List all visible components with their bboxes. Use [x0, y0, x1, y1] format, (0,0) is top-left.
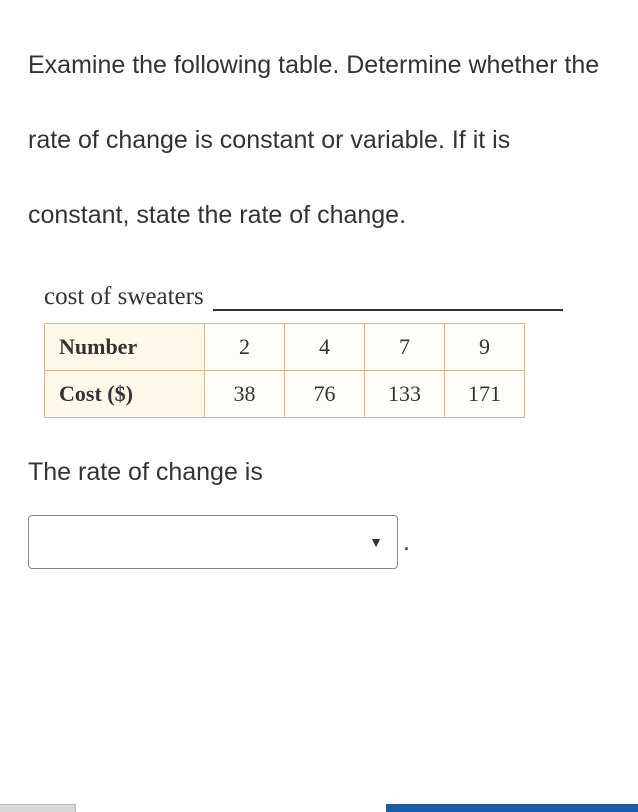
bottom-right-button[interactable] — [386, 804, 638, 812]
row-label-cost: Cost ($) — [45, 371, 205, 418]
table-title-row: cost of sweaters — [36, 283, 610, 311]
cell-number-2: 7 — [365, 324, 445, 371]
question-text: Examine the following table. Determine w… — [28, 28, 610, 253]
row-label-number: Number — [45, 324, 205, 371]
bottom-spacer — [76, 804, 386, 812]
table-title-line — [213, 309, 563, 311]
answer-prompt: The rate of change is — [28, 458, 610, 487]
cell-cost-3: 171 — [445, 371, 525, 418]
table-title: cost of sweaters — [44, 283, 204, 310]
cell-number-0: 2 — [205, 324, 285, 371]
select-wrapper: ▼ . — [28, 515, 410, 569]
cell-cost-0: 38 — [205, 371, 285, 418]
cell-number-1: 4 — [285, 324, 365, 371]
chevron-down-icon: ▼ — [369, 534, 383, 550]
period-text: . — [403, 528, 410, 557]
bottom-bar — [0, 804, 638, 812]
bottom-left-button[interactable] — [0, 804, 76, 812]
cell-number-3: 9 — [445, 324, 525, 371]
data-table: Number 2 4 7 9 Cost ($) 38 76 133 171 — [44, 323, 525, 418]
answer-dropdown[interactable]: ▼ — [28, 515, 398, 569]
answer-section: The rate of change is ▼ . — [28, 458, 610, 569]
table-row: Cost ($) 38 76 133 171 — [45, 371, 525, 418]
cell-cost-2: 133 — [365, 371, 445, 418]
table-container: cost of sweaters Number 2 4 7 9 Cost ($)… — [36, 283, 610, 418]
cell-cost-1: 76 — [285, 371, 365, 418]
table-row: Number 2 4 7 9 — [45, 324, 525, 371]
